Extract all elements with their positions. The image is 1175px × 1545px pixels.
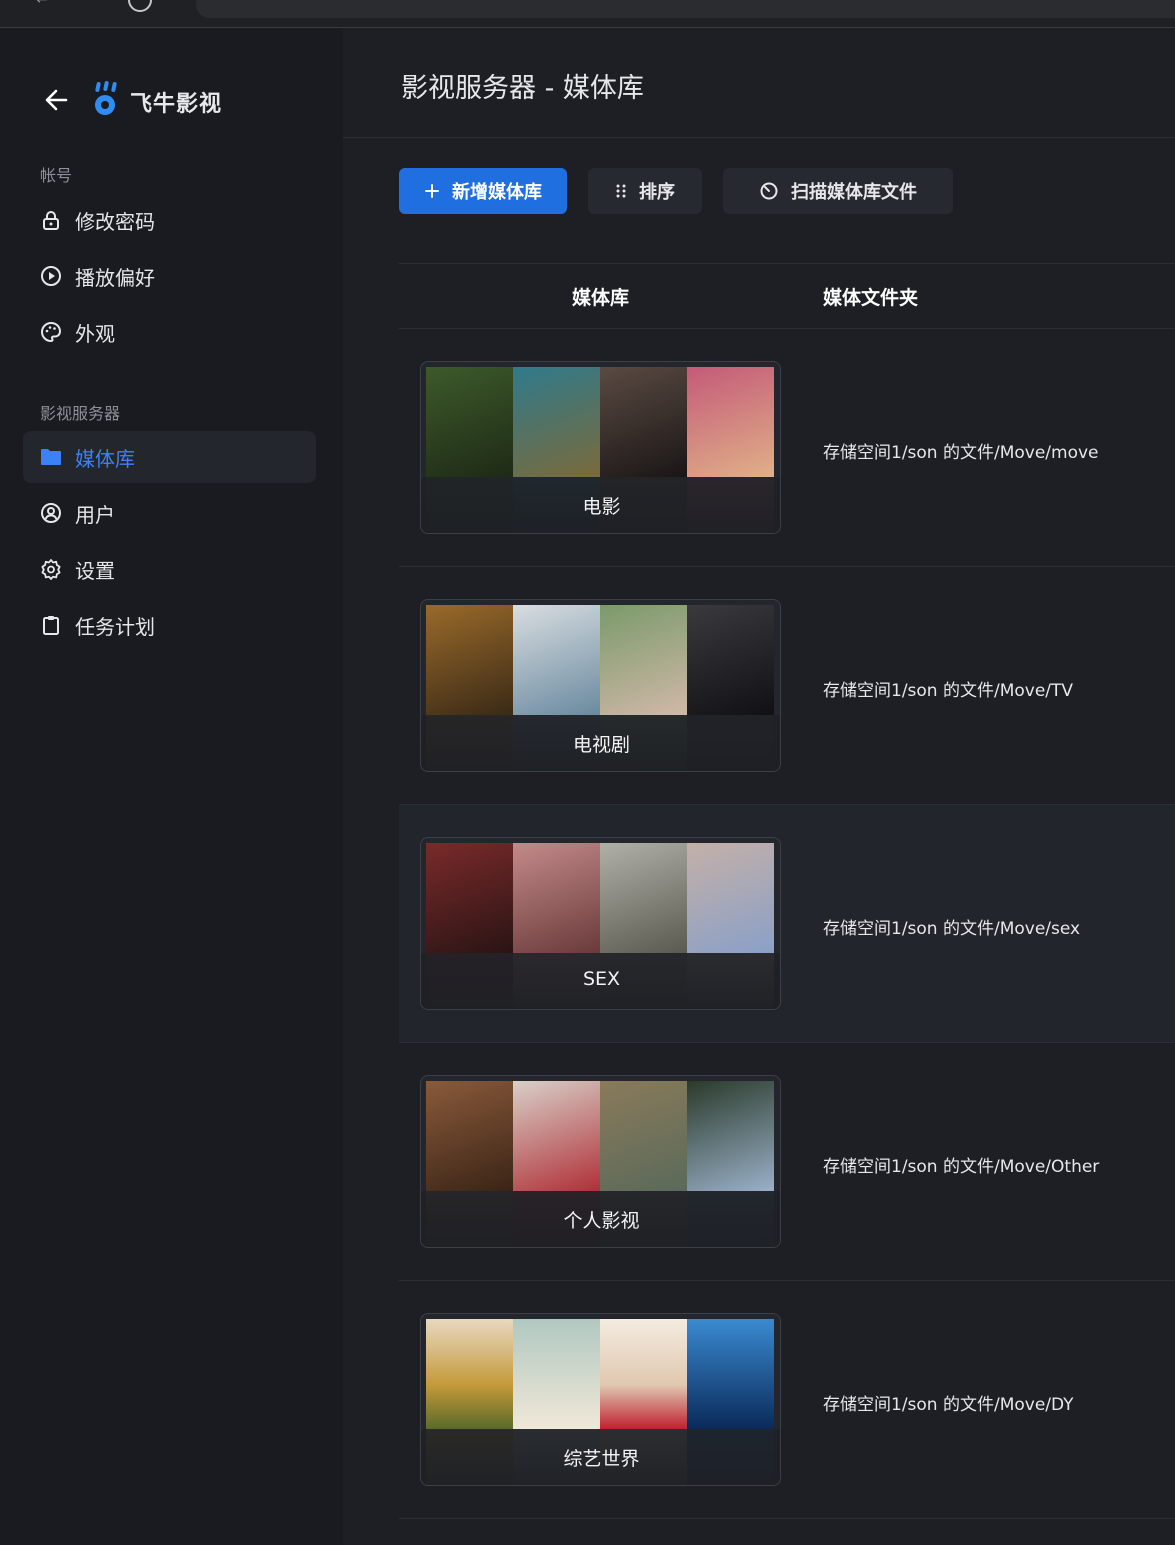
account-section-label: 帐号 [40,166,73,185]
page-title: 影视服务器 - 媒体库 [401,73,644,104]
library-name: 电视剧 [572,734,630,756]
sidebar-item-label: 媒体库 [75,446,135,471]
scan-icon [759,181,779,201]
table-row: 综艺世界 存储空间1/son 的文件/Move/DY [399,1281,1175,1519]
scan-library-label: 扫描媒体库文件 [791,182,917,203]
lock-icon [39,208,63,232]
main-content: 影视服务器 - 媒体库 新增媒体库 排序 扫描媒体库文件 媒体库 媒体文件夹 电… [343,28,1175,1545]
library-folder-path: 存储空间1/son 的文件/Move/DY [823,1395,1074,1415]
poster-strip [426,605,775,715]
table-row: 电影 存储空间1/son 的文件/Move/move [399,329,1175,567]
poster-strip [426,367,775,477]
library-folder-path: 存储空间1/son 的文件/Move/move [823,443,1099,463]
sidebar-item-scheduled-tasks[interactable]: 任务计划 [23,599,316,651]
poster-thumbnail [426,1319,513,1429]
sidebar-item-label: 修改密码 [75,209,155,234]
sidebar-item-appearance[interactable]: 外观 [23,306,316,358]
library-card-tv[interactable]: 电视剧 [420,599,781,772]
sidebar: 飞牛影视 帐号 修改密码 播放偏好 外观 影视服务器 媒体库 用户 设置 任务计… [0,28,343,1545]
poster-thumbnail [426,605,513,715]
poster-thumbnail [687,843,774,953]
sidebar-item-users[interactable]: 用户 [23,487,316,539]
library-card-personal[interactable]: 个人影视 [420,1075,781,1248]
poster-thumbnail [600,367,687,477]
poster-thumbnail [687,367,774,477]
poster-thumbnail [687,605,774,715]
back-arrow-icon[interactable] [40,86,72,114]
library-name: 个人影视 [563,1210,640,1232]
poster-strip [426,843,775,953]
sidebar-item-label: 外观 [75,321,115,346]
poster-thumbnail [687,1319,774,1429]
poster-thumbnail [426,1081,513,1191]
poster-thumbnail [513,605,600,715]
poster-thumbnail [513,1319,600,1429]
library-name: SEX [582,968,621,990]
poster-strip [426,1319,775,1429]
header-divider [343,137,1175,138]
library-folder-path: 存储空间1/son 的文件/Move/TV [823,681,1074,701]
sidebar-item-playback-preferences[interactable]: 播放偏好 [23,250,316,302]
sidebar-item-settings[interactable]: 设置 [23,543,316,595]
drag-handle-icon [615,182,627,200]
poster-thumbnail [426,367,513,477]
browser-back-icon[interactable]: ← [36,0,54,8]
palette-icon [39,320,63,344]
sidebar-item-label: 播放偏好 [75,265,155,290]
add-library-button[interactable]: 新增媒体库 [399,168,567,214]
poster-thumbnail [513,1081,600,1191]
poster-thumbnail [600,605,687,715]
sidebar-item-label: 任务计划 [75,614,155,639]
table-row: 电视剧 存储空间1/son 的文件/Move/TV [399,567,1175,805]
gear-icon [39,557,63,581]
poster-thumbnail [600,1319,687,1429]
poster-thumbnail [426,843,513,953]
poster-thumbnail [513,367,600,477]
browser-profile-icon[interactable] [128,0,152,12]
poster-thumbnail [600,1081,687,1191]
sidebar-item-label: 设置 [75,558,115,583]
server-section-label: 影视服务器 [40,404,121,423]
poster-thumbnail [600,843,687,953]
poster-thumbnail [513,843,600,953]
folder-icon [39,445,63,469]
brand-name: 飞牛影视 [130,92,223,117]
library-folder-path: 存储空间1/son 的文件/Move/Other [823,1157,1100,1177]
table-row: SEX 存储空间1/son 的文件/Move/sex [399,805,1175,1043]
browser-toolbar: ← [0,0,1175,28]
poster-thumbnail [687,1081,774,1191]
sort-button[interactable]: 排序 [588,168,702,214]
column-header-library: 媒体库 [572,287,630,309]
app-logo-icon [90,80,122,118]
sidebar-item-change-password[interactable]: 修改密码 [23,194,316,246]
library-folder-path: 存储空间1/son 的文件/Move/sex [823,919,1081,939]
play-circle-icon [39,264,63,288]
clipboard-icon [39,613,63,637]
add-library-label: 新增媒体库 [452,182,542,203]
plus-icon [424,183,440,199]
sidebar-item-media-library[interactable]: 媒体库 [23,431,316,483]
sort-label: 排序 [639,182,675,203]
library-name: 电影 [582,496,621,518]
sidebar-item-label: 用户 [75,502,115,527]
library-card-sex[interactable]: SEX [420,837,781,1010]
user-circle-icon [39,501,63,525]
browser-address-bar[interactable] [196,0,1175,18]
library-name: 综艺世界 [563,1448,640,1470]
table-row: 个人影视 存储空间1/son 的文件/Move/Other [399,1043,1175,1281]
scan-library-button[interactable]: 扫描媒体库文件 [723,168,953,214]
column-header-folder: 媒体文件夹 [823,287,919,309]
table-top-divider [399,263,1175,264]
poster-strip [426,1081,775,1191]
library-card-movies[interactable]: 电影 [420,361,781,534]
library-card-variety[interactable]: 综艺世界 [420,1313,781,1486]
